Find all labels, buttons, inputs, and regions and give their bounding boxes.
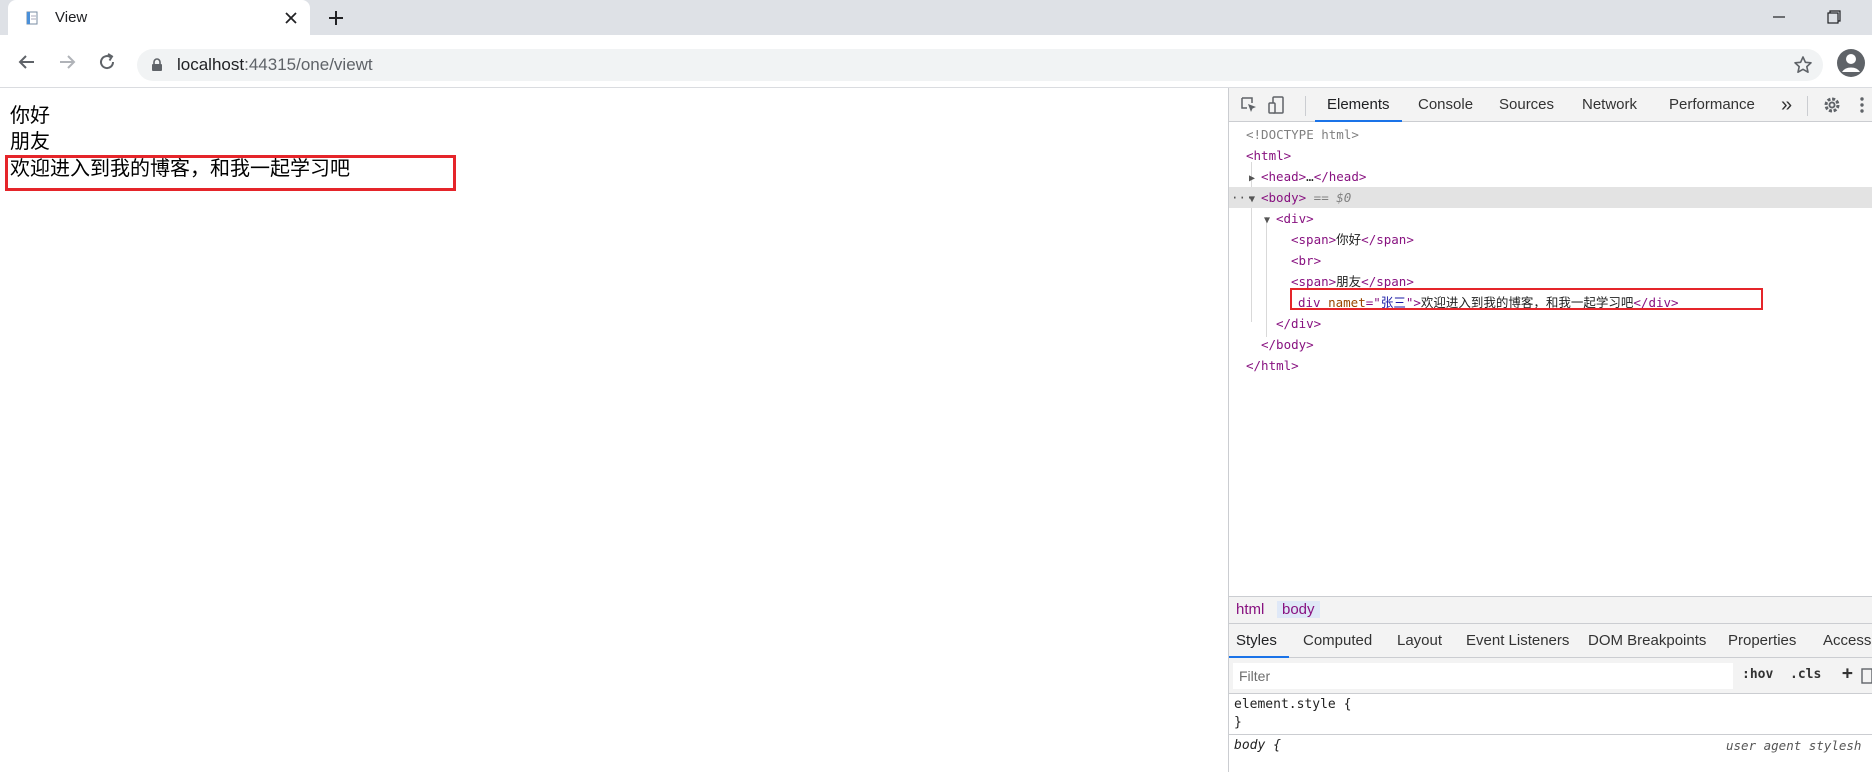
close-icon[interactable] — [284, 11, 298, 25]
breadcrumb-html[interactable]: html — [1236, 601, 1264, 618]
indent-guide — [1266, 217, 1267, 337]
body-rule-selector[interactable]: body { — [1234, 738, 1281, 753]
collapsed-ellipsis: … — [1306, 169, 1314, 184]
dom-head[interactable]: ▶ <head>…</head> — [1249, 166, 1366, 187]
tag-text: <span> — [1291, 274, 1337, 289]
device-toolbar-icon[interactable] — [1267, 95, 1287, 115]
dom-body-close[interactable]: </body> — [1261, 334, 1314, 355]
breadcrumb: html body — [1229, 596, 1872, 624]
toolbar-divider — [1807, 96, 1808, 116]
tab-strip: View — [0, 0, 1872, 35]
tab-properties[interactable]: Properties — [1728, 624, 1796, 658]
forward-arrow-icon[interactable] — [57, 52, 77, 72]
tag-text: <body> — [1261, 190, 1307, 205]
tag-text: </span> — [1361, 232, 1414, 247]
dom-div-open[interactable]: ▼ <div> — [1264, 208, 1314, 229]
bookmark-star-icon[interactable] — [1793, 55, 1813, 75]
tag-text: </span> — [1361, 274, 1414, 289]
tag-text: </body> — [1261, 337, 1314, 352]
dom-div-close[interactable]: </div> — [1276, 313, 1321, 334]
url-text[interactable]: localhost:44315/one/viewt — [177, 55, 373, 75]
dom-doctype[interactable]: <!DOCTYPE html> — [1246, 124, 1359, 145]
dom-span-1[interactable]: <span>你好</span> — [1291, 229, 1414, 250]
text-node: 朋友 — [1336, 274, 1362, 289]
settings-gear-icon[interactable] — [1822, 95, 1842, 115]
tab-sources[interactable]: Sources — [1499, 88, 1554, 122]
element-style-rule[interactable]: element.style { — [1234, 697, 1351, 712]
dom-html-close[interactable]: </html> — [1246, 355, 1299, 376]
plus-icon[interactable] — [328, 10, 344, 26]
tab-elements[interactable]: Elements — [1315, 88, 1402, 122]
expand-triangle-icon[interactable]: ▶ — [1249, 168, 1261, 189]
new-rule-plus-icon[interactable]: + — [1842, 663, 1853, 684]
filter-input[interactable] — [1233, 663, 1733, 689]
tab-accessibility[interactable]: Accessibili — [1823, 624, 1872, 658]
dom-annotation-box — [1290, 288, 1763, 310]
tab-dom-breakpoints[interactable]: DOM Breakpoints — [1588, 624, 1706, 658]
profile-avatar-icon[interactable] — [1836, 48, 1866, 78]
friend-span: 朋友 — [10, 129, 50, 153]
page-annotation-box — [5, 155, 456, 191]
address-bar[interactable]: localhost:44315/one/viewt — [137, 49, 1823, 81]
reload-icon[interactable] — [97, 52, 117, 72]
selected-marker: == $0 — [1306, 190, 1352, 205]
lock-icon[interactable] — [150, 58, 164, 72]
breadcrumb-body[interactable]: body — [1277, 601, 1320, 618]
toolbar-divider — [1305, 96, 1306, 116]
collapse-triangle-icon[interactable]: ▼ — [1249, 189, 1261, 210]
tab-layout[interactable]: Layout — [1397, 624, 1442, 658]
tab-console[interactable]: Console — [1418, 88, 1473, 122]
tag-text: </html> — [1246, 358, 1299, 373]
devtools-panel: Elements Console Sources Network Perform… — [1228, 88, 1872, 772]
rule-divider — [1229, 734, 1872, 735]
url-host: localhost — [177, 55, 245, 74]
tag-text: <br> — [1291, 253, 1322, 268]
tag-text: </head> — [1313, 169, 1367, 184]
styles-tab-bar: Styles Computed Layout Event Listeners D… — [1229, 624, 1872, 658]
tab-performance[interactable]: Performance — [1669, 88, 1755, 122]
sidebar-toggle-icon[interactable] — [1861, 668, 1872, 684]
browser-tab[interactable]: View — [8, 0, 310, 35]
dom-body-selected[interactable]: ··· ▼ <body> == $0 — [1229, 187, 1872, 208]
doctype-text: <!DOCTYPE html> — [1246, 127, 1359, 142]
rule-close-brace: } — [1234, 715, 1242, 730]
more-options-icon[interactable] — [1852, 95, 1872, 115]
tab-network[interactable]: Network — [1582, 88, 1637, 122]
styles-filter-row: :hov .cls + — [1229, 658, 1872, 694]
minimize-icon[interactable] — [1771, 9, 1787, 25]
devtools-tab-bar: Elements Console Sources Network Perform… — [1229, 88, 1872, 122]
back-arrow-icon[interactable] — [17, 52, 37, 72]
tab-title: View — [55, 9, 88, 26]
hov-toggle[interactable]: :hov — [1742, 667, 1773, 682]
text-node: 你好 — [1336, 232, 1362, 247]
tag-text: <div> — [1276, 211, 1314, 226]
greeting-span: 你好 — [10, 103, 50, 127]
restore-icon[interactable] — [1826, 9, 1842, 25]
tag-text: <html> — [1246, 148, 1292, 163]
cutoff-property — [1253, 757, 1343, 761]
user-agent-label: user agent stylesh — [1726, 738, 1862, 753]
dom-tree: <!DOCTYPE html> <html> ▶ <head>…</head> ·… — [1229, 124, 1872, 584]
page-viewport: 你好 朋友 欢迎进入到我的博客，和我一起学习吧 — [0, 88, 1228, 772]
inspect-element-icon[interactable] — [1239, 95, 1259, 115]
tag-text: <span> — [1291, 232, 1337, 247]
cls-toggle[interactable]: .cls — [1790, 667, 1821, 682]
more-tabs-button[interactable]: » — [1781, 88, 1792, 122]
tag-text: <head> — [1261, 169, 1307, 184]
page-icon — [26, 11, 38, 25]
url-path: :44315/one/viewt — [244, 55, 373, 74]
dom-br[interactable]: <br> — [1291, 250, 1321, 271]
tab-event-listeners[interactable]: Event Listeners — [1466, 624, 1569, 658]
tab-styles[interactable]: Styles — [1229, 624, 1289, 658]
collapse-triangle-icon[interactable]: ▼ — [1264, 210, 1276, 231]
tab-computed[interactable]: Computed — [1303, 624, 1372, 658]
dom-html-open[interactable]: <html> — [1246, 145, 1291, 166]
tag-text: </div> — [1276, 316, 1322, 331]
